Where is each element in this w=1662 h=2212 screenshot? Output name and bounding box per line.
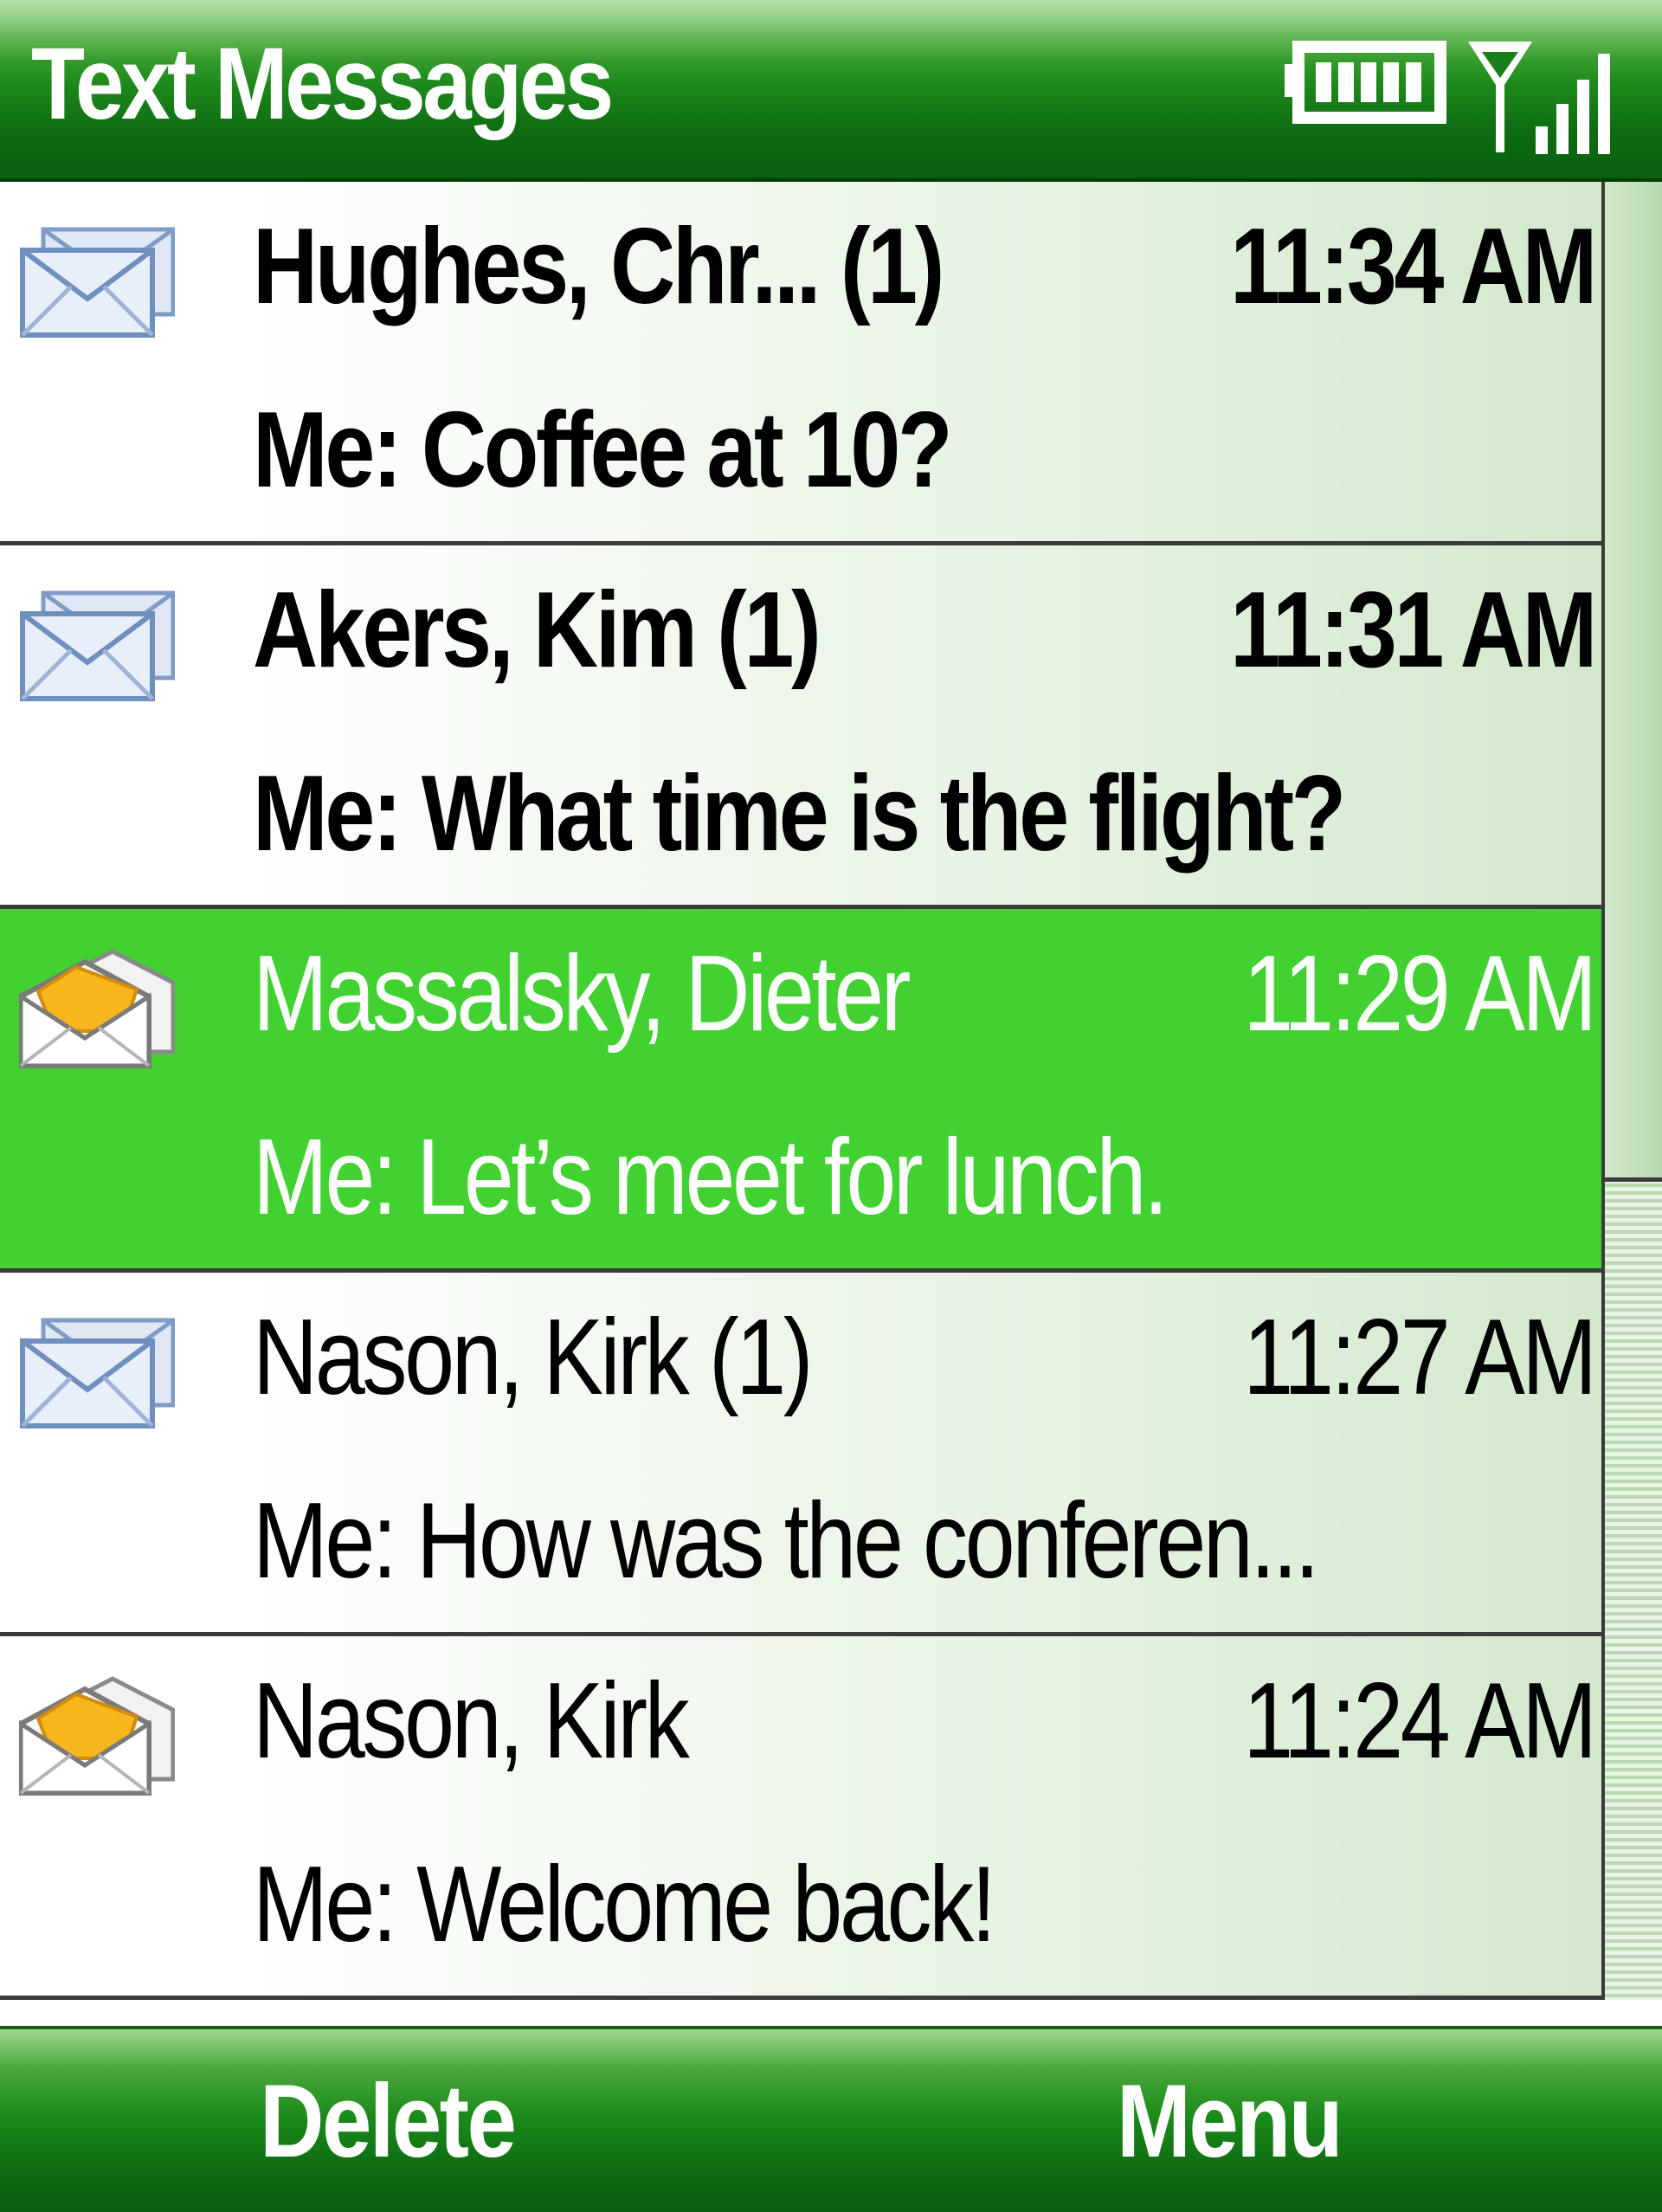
message-sender: Massalsky, Dieter bbox=[253, 934, 911, 1054]
message-preview: Me: Let’s meet for lunch. bbox=[253, 1118, 1169, 1237]
open-envelope-icon bbox=[19, 1676, 175, 1796]
softkey-bar: Delete Menu bbox=[0, 2026, 1662, 2212]
list-item[interactable]: Nason, Kirk (1) 11:27 AM Me: How was the… bbox=[0, 1273, 1601, 1636]
closed-envelope-icon bbox=[20, 590, 175, 701]
message-time: 11:34 AM bbox=[1230, 207, 1597, 326]
closed-envelope-icon bbox=[20, 1318, 175, 1428]
list-item[interactable]: Hughes, Chr... (1) 11:34 AM Me: Coffee a… bbox=[0, 182, 1601, 545]
delete-softkey[interactable]: Delete bbox=[260, 2069, 517, 2173]
list-item-selected[interactable]: Massalsky, Dieter 11:29 AM Me: Let’s mee… bbox=[0, 909, 1601, 1273]
message-sender: Hughes, Chr... (1) bbox=[253, 207, 944, 326]
menu-softkey[interactable]: Menu bbox=[1117, 2069, 1343, 2173]
signal-strength-icon bbox=[1468, 42, 1610, 154]
scroll-thumb[interactable] bbox=[1605, 182, 1662, 1182]
message-preview: Me: Coffee at 10? bbox=[253, 390, 953, 510]
message-time: 11:29 AM bbox=[1243, 934, 1598, 1054]
message-preview: Me: What time is the flight? bbox=[253, 754, 1346, 874]
title-bar: Text Messages bbox=[0, 0, 1662, 182]
battery-icon bbox=[1285, 41, 1446, 124]
page-title: Text Messages bbox=[31, 27, 614, 141]
message-preview: Me: How was the conferen... bbox=[253, 1481, 1320, 1601]
message-sender: Nason, Kirk (1) bbox=[253, 1298, 814, 1417]
message-list[interactable]: Hughes, Chr... (1) 11:34 AM Me: Coffee a… bbox=[0, 182, 1601, 2000]
message-preview: Me: Welcome back! bbox=[253, 1845, 996, 1964]
scrollbar[interactable] bbox=[1601, 182, 1662, 2000]
message-time: 11:24 AM bbox=[1243, 1661, 1598, 1781]
closed-envelope-icon bbox=[20, 227, 175, 338]
list-item[interactable]: Akers, Kim (1) 11:31 AM Me: What time is… bbox=[0, 545, 1601, 909]
open-envelope-icon bbox=[19, 949, 175, 1068]
list-item[interactable]: Nason, Kirk 11:24 AM Me: Welcome back! bbox=[0, 1636, 1601, 2000]
message-sender: Nason, Kirk bbox=[253, 1661, 690, 1781]
message-time: 11:31 AM bbox=[1230, 571, 1597, 690]
status-area[interactable] bbox=[1281, 35, 1627, 164]
message-sender: Akers, Kim (1) bbox=[253, 571, 821, 690]
message-time: 11:27 AM bbox=[1243, 1298, 1598, 1417]
